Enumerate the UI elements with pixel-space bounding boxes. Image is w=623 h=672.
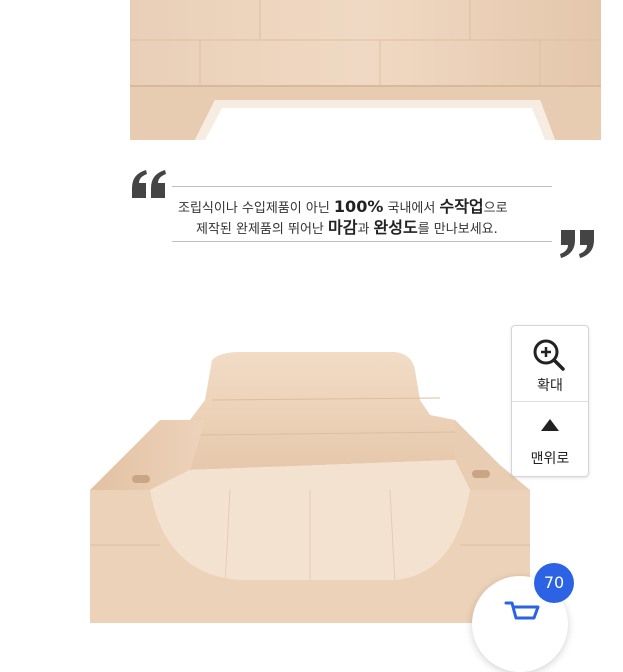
quote-close-icon [560,230,594,258]
quote-line-2: 제작된 완제품의 뛰어난 마감과 완성도를 만나보세요. [196,214,498,238]
quote-rule-top [172,186,552,187]
zoom-button[interactable]: 확대 [512,326,588,400]
floating-side-panel: 확대 맨위로 [511,325,589,477]
quote-text: 를 만나보세요. [417,222,498,237]
product-image-top [130,0,601,140]
zoom-label: 확대 [537,378,563,394]
quote-emphasis: 마감 [328,218,358,237]
quote-text: 과 [357,222,374,237]
scroll-top-button[interactable]: 맨위로 [512,402,588,476]
quote-emphasis: 완성도 [373,218,418,237]
zoom-in-icon [533,339,565,371]
quote-rule-bottom [172,241,552,242]
arrow-up-icon [541,419,559,431]
cart-count-badge[interactable]: 70 [534,563,574,603]
quote-text: 제작된 완제품의 뛰어난 [196,222,328,237]
scroll-top-label: 맨위로 [530,451,570,467]
cart-icon[interactable] [504,600,540,626]
quote-open-icon [132,170,166,198]
